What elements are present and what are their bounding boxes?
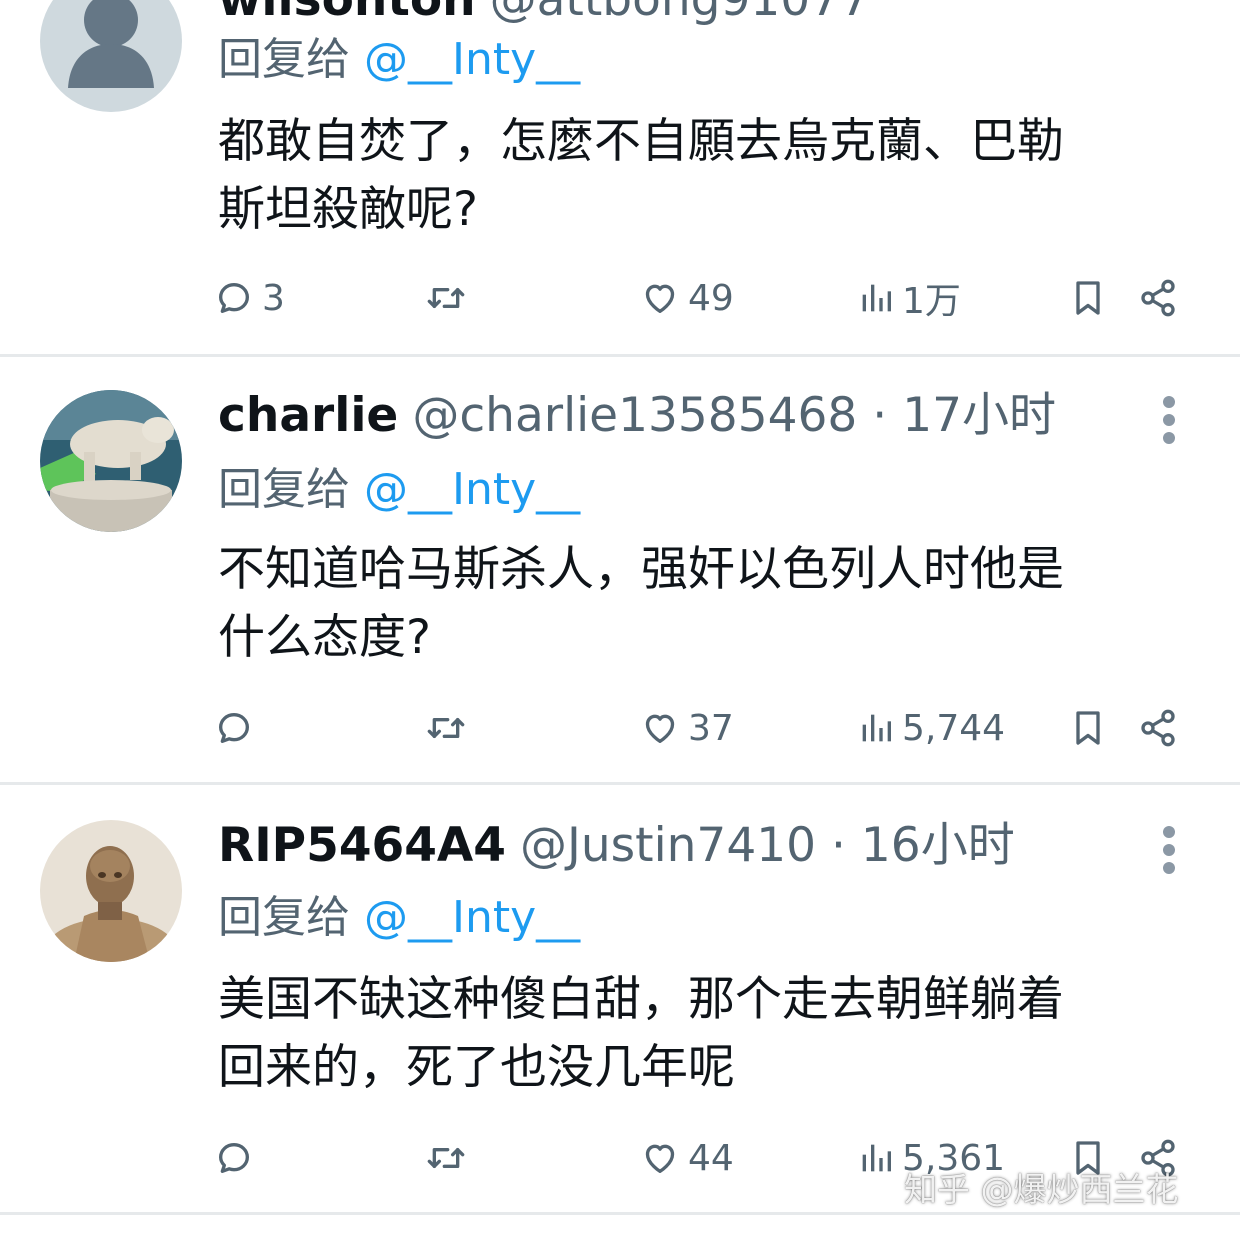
retweet-button[interactable] bbox=[424, 268, 468, 328]
tweet-text-line: 回来的，死了也没几年呢 bbox=[218, 1040, 735, 1095]
statue-bust-avatar-image bbox=[40, 820, 182, 962]
heart-icon bbox=[645, 284, 675, 313]
view-count: 5,744 bbox=[902, 707, 1006, 749]
separator-dot: · bbox=[872, 388, 888, 443]
tweet-text-line: 什么态度? bbox=[218, 610, 431, 665]
tweet-text-line: 不知道哈马斯杀人，强奸以色列人时他是 bbox=[218, 542, 1064, 597]
action-bar: 3 49 1万 bbox=[0, 268, 1240, 328]
like-count: 49 bbox=[688, 277, 734, 319]
zhihu-watermark: 知乎 @爆炒西兰花 bbox=[904, 1170, 1179, 1209]
author-name[interactable]: RIP5464A4 bbox=[218, 818, 506, 873]
like-count: 37 bbox=[688, 707, 734, 749]
tweet-header: RIP5464A4 @Justin7410 · 16小时 bbox=[218, 816, 1015, 876]
reply-button[interactable] bbox=[214, 1128, 254, 1188]
like-count: 44 bbox=[688, 1137, 734, 1179]
retweet-button[interactable] bbox=[424, 1128, 468, 1188]
bookmark-button[interactable] bbox=[1068, 698, 1108, 758]
reply-mention-link[interactable]: @__Inty__ bbox=[364, 892, 580, 943]
bar-chart-icon bbox=[862, 714, 891, 742]
reply-context: 回复给 @__Inty__ bbox=[218, 30, 580, 90]
reply-context: 回复给 @__Inty__ bbox=[218, 888, 580, 948]
bar-chart-icon bbox=[862, 284, 891, 312]
tweet-text-line: 美国不缺这种傻白甜，那个走去朝鲜躺着 bbox=[218, 972, 1064, 1027]
reply-button[interactable] bbox=[214, 698, 254, 758]
tweet-text: 不知道哈马斯杀人，强奸以色列人时他是 什么态度? bbox=[218, 536, 1178, 672]
bookmark-icon bbox=[1076, 281, 1100, 315]
action-bar: 37 5,744 bbox=[0, 698, 1240, 758]
author-name[interactable]: wilsonton bbox=[218, 0, 476, 27]
tweet-text-line: 斯坦殺敵呢? bbox=[218, 182, 478, 237]
retweet-icon bbox=[427, 288, 465, 308]
avatar-polar-bear[interactable] bbox=[40, 390, 182, 532]
comment-bubble-icon bbox=[219, 1143, 249, 1173]
reply-mention-link[interactable]: @__Inty__ bbox=[364, 34, 580, 85]
more-options-button[interactable] bbox=[1156, 0, 1182, 30]
comment-bubble-icon bbox=[219, 713, 249, 743]
bar-chart-icon bbox=[862, 1144, 891, 1172]
views-button[interactable]: 5,744 bbox=[858, 698, 1005, 758]
tweet-3[interactable]: RIP5464A4 @Justin7410 · 16小时 回复给 @__Inty_… bbox=[0, 784, 1240, 1215]
reply-context: 回复给 @__Inty__ bbox=[218, 460, 580, 520]
tweet-text: 美国不缺这种傻白甜，那个走去朝鲜躺着 回来的，死了也没几年呢 bbox=[218, 966, 1178, 1102]
more-options-button[interactable] bbox=[1156, 820, 1182, 880]
tweet-text: 都敢自焚了，怎麼不自願去烏克蘭、巴勒 斯坦殺敵呢? bbox=[218, 108, 1178, 244]
author-name[interactable]: charlie bbox=[218, 388, 398, 443]
tweet-2[interactable]: charlie @charlie13585468 · 17小时 回复给 @__In… bbox=[0, 354, 1240, 785]
reply-prefix: 回复给 bbox=[218, 464, 350, 515]
reply-prefix: 回复给 bbox=[218, 892, 350, 943]
author-handle[interactable]: @Justin7410 bbox=[520, 818, 816, 873]
share-button[interactable] bbox=[1138, 698, 1178, 758]
like-button[interactable]: 49 bbox=[640, 268, 734, 328]
bookmark-button[interactable] bbox=[1068, 268, 1108, 328]
more-options-button[interactable] bbox=[1156, 390, 1182, 450]
avatar-statue[interactable] bbox=[40, 820, 182, 962]
retweet-button[interactable] bbox=[424, 698, 468, 758]
bookmark-icon bbox=[1076, 711, 1100, 745]
reply-prefix: 回复给 bbox=[218, 34, 350, 85]
heart-icon bbox=[645, 1144, 675, 1173]
retweet-icon bbox=[427, 1148, 465, 1168]
reply-button[interactable]: 3 bbox=[214, 268, 285, 328]
reply-mention-link[interactable]: @__Inty__ bbox=[364, 464, 580, 515]
views-button[interactable]: 1万 bbox=[858, 268, 961, 328]
comment-bubble-icon bbox=[219, 283, 249, 313]
like-button[interactable]: 44 bbox=[640, 1128, 734, 1188]
avatar-default[interactable] bbox=[40, 0, 182, 112]
tweet-header: charlie @charlie13585468 · 17小时 bbox=[218, 386, 1056, 446]
default-avatar-icon bbox=[40, 0, 182, 112]
share-icon bbox=[1141, 279, 1175, 317]
reply-count: 3 bbox=[262, 277, 285, 319]
separator-dot: · bbox=[831, 818, 846, 873]
tweet-header: wilsonton @attbong91077 bbox=[218, 0, 870, 30]
retweet-icon bbox=[427, 718, 465, 738]
timestamp[interactable]: 17小时 bbox=[902, 388, 1056, 443]
view-count: 1万 bbox=[902, 281, 961, 322]
tweet-text-line: 都敢自焚了，怎麼不自願去烏克蘭、巴勒 bbox=[218, 114, 1064, 169]
like-button[interactable]: 37 bbox=[640, 698, 734, 758]
timestamp[interactable]: 16小时 bbox=[861, 818, 1015, 873]
share-button[interactable] bbox=[1138, 268, 1178, 328]
author-handle[interactable]: @attbong91077 bbox=[490, 0, 870, 27]
share-icon bbox=[1141, 709, 1175, 747]
polar-bear-avatar-image bbox=[40, 390, 182, 532]
tweet-1[interactable]: wilsonton @attbong91077 回复给 @__Inty__ 都敢自… bbox=[0, 0, 1240, 357]
heart-icon bbox=[645, 714, 675, 743]
author-handle[interactable]: @charlie13585468 bbox=[412, 388, 857, 443]
